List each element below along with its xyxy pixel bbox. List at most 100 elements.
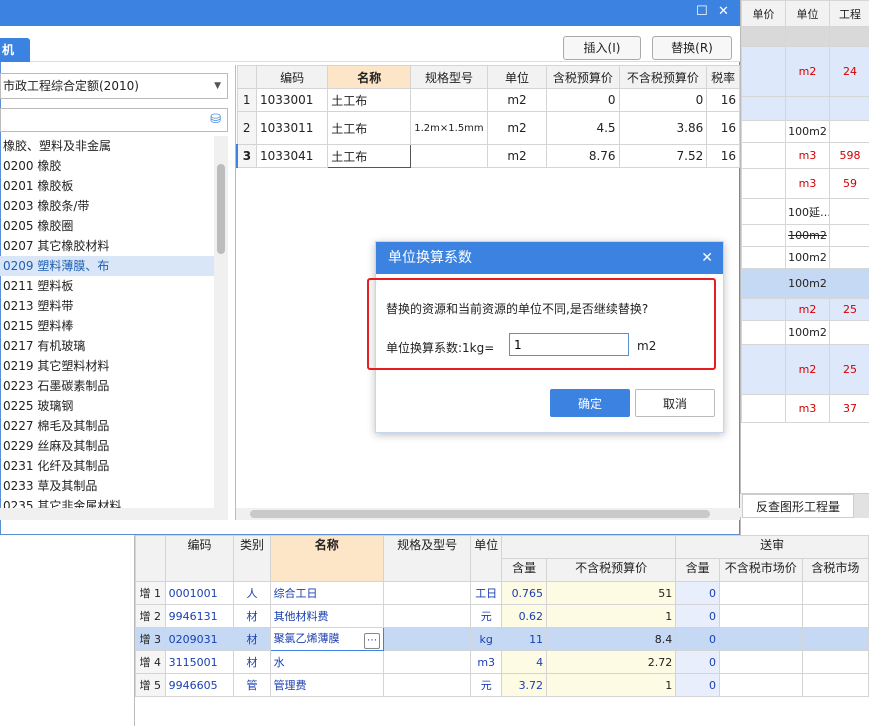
locate-icon[interactable]: ⛁ <box>210 112 221 127</box>
ok-button[interactable]: 确定 <box>550 389 630 417</box>
replace-button[interactable]: 替换(R) <box>652 36 732 60</box>
column-header[interactable]: 单位 <box>486 65 548 89</box>
column-header[interactable]: 名称 <box>269 535 384 582</box>
column-header[interactable]: 不含税预算价 <box>618 65 708 89</box>
cell-code: 0001001 <box>164 581 235 605</box>
cancel-button[interactable]: 取消 <box>635 389 715 417</box>
tree-item[interactable]: 0227 棉毛及其制品 <box>0 416 228 436</box>
table-row[interactable]: 1 1033001 土工布 m2 0 0 16 <box>236 88 740 112</box>
tab-machine[interactable]: 机 <box>0 38 30 62</box>
tree-item[interactable]: 0233 草及其制品 <box>0 476 228 496</box>
column-header[interactable]: 编码 <box>164 535 235 582</box>
table-row[interactable]: 增 4 3115001 材水 m3 4 2.72 0 <box>135 650 869 674</box>
more-icon[interactable]: ⋯ <box>363 632 380 649</box>
grid-horizontal-scrollbar[interactable] <box>236 508 740 520</box>
category-tree: 橡胶、塑料及非金属 0200 橡胶 0201 橡胶板 0203 橡胶条/带 0205 橡… <box>0 136 228 520</box>
column-header[interactable]: 规格及型号 <box>382 535 472 582</box>
tree-item[interactable]: 0215 塑料棒 <box>0 316 228 336</box>
bg-cell-unit: m2 <box>785 298 830 321</box>
tree-item[interactable]: 橡胶、塑料及非金属 <box>0 136 228 156</box>
table-row[interactable]: 2 1033011 土工布 1.2m×1.5mm m2 4.5 3.86 16 <box>236 111 740 145</box>
column-header[interactable] <box>135 535 166 582</box>
cell-tag: 增 4 <box>135 650 166 674</box>
bg-row[interactable] <box>741 26 869 47</box>
chevron-down-icon[interactable]: ▼ <box>214 74 221 98</box>
tree-item[interactable]: 0209 塑料薄膜、布 <box>0 256 228 276</box>
tree-item[interactable]: 0200 橡胶 <box>0 156 228 176</box>
bg-row[interactable]: 100延… <box>741 198 869 225</box>
cell-unit: m2 <box>486 144 548 168</box>
bg-row[interactable]: m3 598 <box>741 142 869 169</box>
tree-item[interactable]: 0217 有机玻璃 <box>0 336 228 356</box>
column-header[interactable] <box>501 535 677 559</box>
maximize-icon[interactable]: ☐ <box>696 4 708 19</box>
table-row[interactable]: 3 1033041 土工布 m2 8.76 7.52 16 <box>235 144 740 168</box>
bg-row[interactable] <box>741 96 869 121</box>
cell-code: 9946131 <box>164 604 235 628</box>
column-header[interactable]: 不含税市场价 <box>718 558 803 582</box>
tree-item[interactable]: 0225 玻璃钢 <box>0 396 228 416</box>
conversion-factor-input[interactable] <box>509 333 629 356</box>
tree-vertical-scrollbar[interactable] <box>214 136 228 520</box>
tree-item[interactable]: 0219 其它塑料材料 <box>0 356 228 376</box>
table-row[interactable]: 增 5 9946605 管管理费 元 3.72 1 0 <box>135 673 869 697</box>
column-header[interactable]: 税率 <box>706 65 740 89</box>
column-header[interactable]: 含量 <box>501 558 548 582</box>
close-icon[interactable]: ✕ <box>701 242 713 274</box>
bg-row[interactable]: 100m2 <box>741 246 869 269</box>
tab-more[interactable] <box>854 494 869 518</box>
bg-row[interactable]: m2 25 <box>741 344 869 395</box>
tree-item[interactable]: 0203 橡胶条/带 <box>0 196 228 216</box>
bg-row[interactable]: 100m2 <box>741 224 869 247</box>
bg-row[interactable]: m2 24 <box>741 46 869 97</box>
tree-item[interactable]: 0229 丝麻及其制品 <box>0 436 228 456</box>
column-header[interactable]: 单位 <box>470 535 503 582</box>
bg-cell-unit: 100m2 <box>785 320 830 345</box>
quota-library-value: 市政工程综合定额(2010) <box>3 79 139 93</box>
bg-row[interactable]: m3 59 <box>741 168 869 199</box>
column-header[interactable]: 送审 <box>675 535 869 559</box>
bg-cell-price <box>741 320 786 345</box>
tree-item[interactable]: 0207 其它橡胶材料 <box>0 236 228 256</box>
tree-item[interactable]: 0223 石墨碳素制品 <box>0 376 228 396</box>
bg-row[interactable]: m2 25 <box>741 298 869 321</box>
composition-table: 编码 类别 名称 规格及型号 单位 送审 含量 不含税预算价 含量 不含税市场价 含税市场增 1 00… <box>135 535 869 697</box>
table-row[interactable]: 增 1 0001001 人综合工日 工日 0.765 51 0 <box>135 581 869 605</box>
tree-horizontal-scrollbar[interactable] <box>0 508 228 520</box>
tree-item[interactable]: 0205 橡胶圈 <box>0 216 228 236</box>
cell-spec <box>382 604 472 628</box>
table-row[interactable]: 增 2 9946131 材其他材料费 元 0.62 1 0 <box>135 604 869 628</box>
column-header[interactable]: 不含税预算价 <box>546 558 677 582</box>
insert-button[interactable]: 插入(I) <box>563 36 641 60</box>
bg-cell-value <box>829 120 869 143</box>
quota-library-select[interactable]: 市政工程综合定额(2010) ▼ <box>0 73 228 99</box>
bg-row[interactable]: m3 37 <box>741 394 869 423</box>
cell-qty: 3.72 <box>501 673 548 697</box>
column-header[interactable]: 含税市场 <box>801 558 869 582</box>
bg-cell-value: 37 <box>829 394 869 423</box>
tree-item[interactable]: 0231 化纤及其制品 <box>0 456 228 476</box>
bg-row[interactable]: 100m2 <box>741 120 869 143</box>
column-header[interactable]: 编码 <box>255 65 329 89</box>
cell-name[interactable]: 聚氯乙烯薄膜 ⋯ <box>269 627 384 651</box>
bg-cell-price <box>741 224 786 247</box>
bg-row[interactable]: 100m2 <box>741 268 869 299</box>
column-header[interactable]: 含量 <box>675 558 720 582</box>
column-header[interactable]: 类别 <box>233 535 271 582</box>
tree-item[interactable]: 0211 塑料板 <box>0 276 228 296</box>
tree-search-input[interactable]: ⛁ <box>0 108 228 132</box>
column-header[interactable] <box>236 65 257 89</box>
column-header[interactable]: 名称 <box>327 65 412 89</box>
bg-row[interactable]: 100m2 <box>741 320 869 345</box>
column-header[interactable]: 含税预算价 <box>546 65 620 89</box>
tab-reverse-lookup[interactable]: 反查图形工程量 <box>742 494 854 518</box>
column-header[interactable]: 规格型号 <box>410 65 488 89</box>
tree-item[interactable]: 0213 塑料带 <box>0 296 228 316</box>
tree-item[interactable]: 0201 橡胶板 <box>0 176 228 196</box>
background-grid-right: 单价 单位 工程 m2 24 100m2 m3 598 m3 59 100延… 100m2 100… <box>740 0 869 535</box>
table-row[interactable]: 增 3 0209031 材聚氯乙烯薄膜 ⋯ kg 11 8.4 0 <box>135 627 869 651</box>
bg-cell-value <box>829 224 869 247</box>
scroll-thumb[interactable] <box>250 510 710 518</box>
close-icon[interactable]: ✕ <box>718 4 729 19</box>
scroll-thumb[interactable] <box>217 164 225 254</box>
